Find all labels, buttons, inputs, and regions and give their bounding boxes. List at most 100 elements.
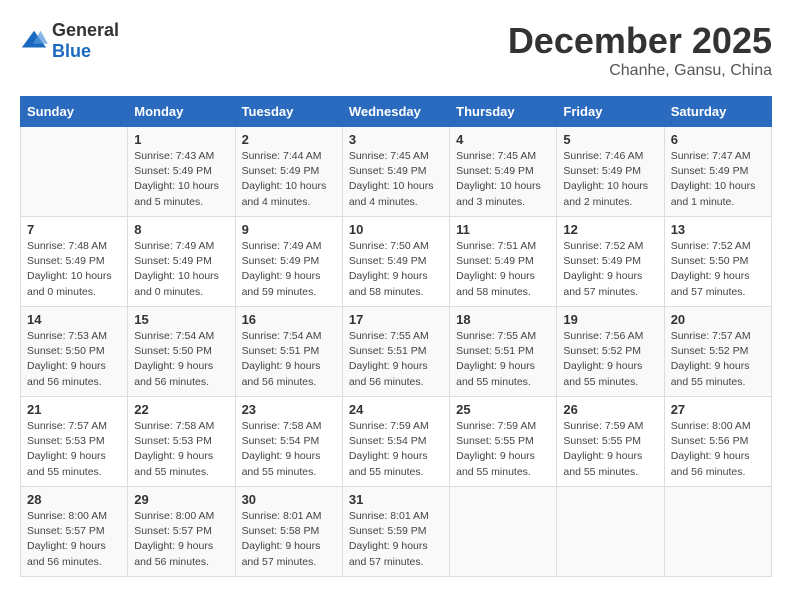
calendar-cell: 22 Sunrise: 7:58 AM Sunset: 5:53 PM Dayli… xyxy=(128,397,235,487)
cell-info: Sunrise: 7:55 AM Sunset: 5:51 PM Dayligh… xyxy=(456,329,550,390)
weekday-header-saturday: Saturday xyxy=(664,97,771,127)
cell-info: Sunrise: 7:59 AM Sunset: 5:55 PM Dayligh… xyxy=(456,419,550,480)
weekday-header-friday: Friday xyxy=(557,97,664,127)
day-number: 19 xyxy=(563,312,657,327)
day-number: 29 xyxy=(134,492,228,507)
day-number: 31 xyxy=(349,492,443,507)
day-number: 11 xyxy=(456,222,550,237)
calendar-cell: 19Sunrise: 7:56 AM Sunset: 5:52 PM Dayli… xyxy=(557,307,664,397)
day-number: 7 xyxy=(27,222,121,237)
day-number: 2 xyxy=(242,132,336,147)
cell-info: Sunrise: 7:58 AM Sunset: 5:53 PM Dayligh… xyxy=(134,419,228,480)
logo: General Blue xyxy=(20,20,119,62)
page-header: General Blue December 2025 Chanhe, Gansu… xyxy=(20,20,772,80)
day-number: 14 xyxy=(27,312,121,327)
calendar-cell: 25 Sunrise: 7:59 AM Sunset: 5:55 PM Dayli… xyxy=(450,397,557,487)
calendar-cell: 4Sunrise: 7:45 AM Sunset: 5:49 PM Daylig… xyxy=(450,127,557,217)
cell-info: Sunrise: 7:53 AM Sunset: 5:50 PM Dayligh… xyxy=(27,329,121,390)
day-number: 25 xyxy=(456,402,550,417)
cell-info: Sunrise: 7:45 AM Sunset: 5:49 PM Dayligh… xyxy=(349,149,443,210)
day-number: 28 xyxy=(27,492,121,507)
day-number: 5 xyxy=(563,132,657,147)
day-number: 27 xyxy=(671,402,765,417)
calendar-cell: 8Sunrise: 7:49 AM Sunset: 5:49 PM Daylig… xyxy=(128,217,235,307)
cell-info: Sunrise: 7:52 AM Sunset: 5:49 PM Dayligh… xyxy=(563,239,657,300)
cell-info: Sunrise: 8:01 AM Sunset: 5:59 PM Dayligh… xyxy=(349,509,443,570)
cell-info: Sunrise: 8:00 AM Sunset: 5:57 PM Dayligh… xyxy=(27,509,121,570)
weekday-header-monday: Monday xyxy=(128,97,235,127)
week-row-4: 28 Sunrise: 8:00 AM Sunset: 5:57 PM Dayli… xyxy=(21,487,772,577)
weekday-header-sunday: Sunday xyxy=(21,97,128,127)
weekday-header-tuesday: Tuesday xyxy=(235,97,342,127)
cell-info: Sunrise: 7:55 AM Sunset: 5:51 PM Dayligh… xyxy=(349,329,443,390)
calendar-cell: 13 Sunrise: 7:52 AM Sunset: 5:50 PM Dayli… xyxy=(664,217,771,307)
cell-info: Sunrise: 7:50 AM Sunset: 5:49 PM Dayligh… xyxy=(349,239,443,300)
calendar-cell xyxy=(450,487,557,577)
calendar-cell xyxy=(664,487,771,577)
logo-icon xyxy=(20,27,48,55)
calendar-cell: 31 Sunrise: 8:01 AM Sunset: 5:59 PM Dayli… xyxy=(342,487,449,577)
cell-info: Sunrise: 7:51 AM Sunset: 5:49 PM Dayligh… xyxy=(456,239,550,300)
cell-info: Sunrise: 7:47 AM Sunset: 5:49 PM Dayligh… xyxy=(671,149,765,210)
calendar-table: SundayMondayTuesdayWednesdayThursdayFrid… xyxy=(20,96,772,577)
calendar-cell: 17Sunrise: 7:55 AM Sunset: 5:51 PM Dayli… xyxy=(342,307,449,397)
cell-info: Sunrise: 7:58 AM Sunset: 5:54 PM Dayligh… xyxy=(242,419,336,480)
calendar-cell: 9 Sunrise: 7:49 AM Sunset: 5:49 PM Daylig… xyxy=(235,217,342,307)
cell-info: Sunrise: 7:43 AM Sunset: 5:49 PM Dayligh… xyxy=(134,149,228,210)
calendar-cell: 21 Sunrise: 7:57 AM Sunset: 5:53 PM Dayli… xyxy=(21,397,128,487)
calendar-cell: 6Sunrise: 7:47 AM Sunset: 5:49 PM Daylig… xyxy=(664,127,771,217)
cell-info: Sunrise: 7:48 AM Sunset: 5:49 PM Dayligh… xyxy=(27,239,121,300)
day-number: 24 xyxy=(349,402,443,417)
cell-info: Sunrise: 7:46 AM Sunset: 5:49 PM Dayligh… xyxy=(563,149,657,210)
day-number: 30 xyxy=(242,492,336,507)
cell-info: Sunrise: 7:49 AM Sunset: 5:49 PM Dayligh… xyxy=(242,239,336,300)
day-number: 26 xyxy=(563,402,657,417)
calendar-cell: 16 Sunrise: 7:54 AM Sunset: 5:51 PM Dayli… xyxy=(235,307,342,397)
weekday-header-thursday: Thursday xyxy=(450,97,557,127)
month-title: December 2025 xyxy=(508,20,772,62)
calendar-cell: 5 Sunrise: 7:46 AM Sunset: 5:49 PM Daylig… xyxy=(557,127,664,217)
cell-info: Sunrise: 7:54 AM Sunset: 5:51 PM Dayligh… xyxy=(242,329,336,390)
logo-general: General xyxy=(52,20,119,40)
calendar-cell: 15Sunrise: 7:54 AM Sunset: 5:50 PM Dayli… xyxy=(128,307,235,397)
logo-blue: Blue xyxy=(52,41,91,61)
calendar-cell xyxy=(21,127,128,217)
weekday-header-wednesday: Wednesday xyxy=(342,97,449,127)
day-number: 16 xyxy=(242,312,336,327)
day-number: 3 xyxy=(349,132,443,147)
calendar-cell: 20 Sunrise: 7:57 AM Sunset: 5:52 PM Dayli… xyxy=(664,307,771,397)
calendar-cell: 24 Sunrise: 7:59 AM Sunset: 5:54 PM Dayli… xyxy=(342,397,449,487)
cell-info: Sunrise: 7:54 AM Sunset: 5:50 PM Dayligh… xyxy=(134,329,228,390)
day-number: 20 xyxy=(671,312,765,327)
day-number: 13 xyxy=(671,222,765,237)
logo-text: General Blue xyxy=(52,20,119,62)
calendar-cell: 30Sunrise: 8:01 AM Sunset: 5:58 PM Dayli… xyxy=(235,487,342,577)
cell-info: Sunrise: 7:57 AM Sunset: 5:52 PM Dayligh… xyxy=(671,329,765,390)
week-row-0: 1 Sunrise: 7:43 AM Sunset: 5:49 PM Daylig… xyxy=(21,127,772,217)
calendar-cell: 27Sunrise: 8:00 AM Sunset: 5:56 PM Dayli… xyxy=(664,397,771,487)
cell-info: Sunrise: 7:57 AM Sunset: 5:53 PM Dayligh… xyxy=(27,419,121,480)
cell-info: Sunrise: 8:00 AM Sunset: 5:57 PM Dayligh… xyxy=(134,509,228,570)
day-number: 12 xyxy=(563,222,657,237)
cell-info: Sunrise: 7:52 AM Sunset: 5:50 PM Dayligh… xyxy=(671,239,765,300)
day-number: 1 xyxy=(134,132,228,147)
week-row-2: 14 Sunrise: 7:53 AM Sunset: 5:50 PM Dayli… xyxy=(21,307,772,397)
cell-info: Sunrise: 7:59 AM Sunset: 5:54 PM Dayligh… xyxy=(349,419,443,480)
calendar-cell: 18Sunrise: 7:55 AM Sunset: 5:51 PM Dayli… xyxy=(450,307,557,397)
day-number: 4 xyxy=(456,132,550,147)
location-title: Chanhe, Gansu, China xyxy=(508,62,772,80)
cell-info: Sunrise: 7:59 AM Sunset: 5:55 PM Dayligh… xyxy=(563,419,657,480)
calendar-cell: 14 Sunrise: 7:53 AM Sunset: 5:50 PM Dayli… xyxy=(21,307,128,397)
calendar-cell xyxy=(557,487,664,577)
day-number: 22 xyxy=(134,402,228,417)
day-number: 9 xyxy=(242,222,336,237)
week-row-1: 7 Sunrise: 7:48 AM Sunset: 5:49 PM Daylig… xyxy=(21,217,772,307)
title-area: December 2025 Chanhe, Gansu, China xyxy=(508,20,772,80)
calendar-cell: 10Sunrise: 7:50 AM Sunset: 5:49 PM Dayli… xyxy=(342,217,449,307)
day-number: 23 xyxy=(242,402,336,417)
calendar-cell: 11 Sunrise: 7:51 AM Sunset: 5:49 PM Dayli… xyxy=(450,217,557,307)
calendar-cell: 12 Sunrise: 7:52 AM Sunset: 5:49 PM Dayli… xyxy=(557,217,664,307)
day-number: 8 xyxy=(134,222,228,237)
day-number: 21 xyxy=(27,402,121,417)
calendar-cell: 26 Sunrise: 7:59 AM Sunset: 5:55 PM Dayli… xyxy=(557,397,664,487)
